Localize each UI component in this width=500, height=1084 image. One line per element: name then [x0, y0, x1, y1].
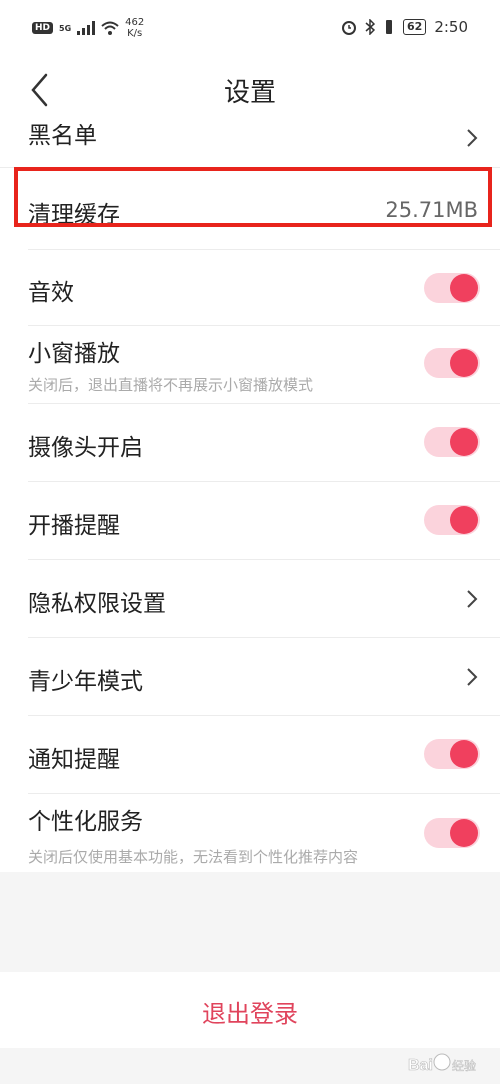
highlight-box	[14, 167, 492, 227]
hd-badge: HD	[32, 22, 54, 34]
nav-header: 设置	[0, 58, 500, 124]
camera-toggle[interactable]	[424, 427, 480, 457]
row-label: 小窗播放	[28, 341, 120, 367]
clock: 2:50	[434, 18, 468, 36]
row-sublabel: 关闭后，退出直播将不再展示小窗播放模式	[28, 376, 314, 394]
row-label: 通知提醒	[28, 747, 120, 773]
net-type: 5G	[59, 23, 72, 33]
vibrate-icon	[386, 20, 392, 34]
row-label: 隐私权限设置	[28, 591, 166, 617]
wifi-icon	[101, 21, 119, 35]
bluetooth-icon	[365, 19, 375, 35]
personalization-toggle[interactable]	[424, 818, 480, 848]
logout-label: 退出登录	[202, 1000, 298, 1028]
toggle-knob	[450, 349, 478, 377]
chevron-right-icon	[467, 590, 478, 608]
svg-text:Bai: Bai	[408, 1057, 433, 1074]
settings-row-live-reminder: 开播提醒	[0, 482, 500, 560]
status-left: HD 5G 462 K/s	[32, 17, 144, 39]
chevron-right-icon	[467, 668, 478, 686]
toggle-knob	[450, 506, 478, 534]
settings-row-personalization: 个性化服务 关闭后仅使用基本功能，无法看到个性化推荐内容	[0, 794, 500, 872]
net-speed: 462 K/s	[125, 17, 144, 39]
settings-row-sound-effect: 音效	[0, 250, 500, 326]
row-label: 摄像头开启	[28, 435, 143, 461]
status-right: 62 2:50	[341, 18, 468, 36]
logout-button[interactable]: 退出登录	[0, 972, 500, 1048]
notification-toggle[interactable]	[424, 739, 480, 769]
settings-row-teen-mode[interactable]: 青少年模式	[0, 638, 500, 716]
signal-icon	[77, 21, 96, 35]
row-label: 音效	[28, 280, 74, 306]
toggle-knob	[450, 740, 478, 768]
settings-row-notification: 通知提醒	[0, 716, 500, 794]
baidu-jingyan-watermark: Bai 经验	[408, 1053, 476, 1074]
page-title: 设置	[223, 78, 276, 108]
row-label: 开播提醒	[28, 513, 120, 539]
mini-window-toggle[interactable]	[424, 348, 480, 378]
net-speed-value: 462	[125, 17, 145, 28]
settings-row-camera: 摄像头开启	[0, 404, 500, 482]
row-label: 青少年模式	[28, 669, 143, 695]
row-label: 个性化服务	[28, 809, 143, 835]
status-bar: HD 5G 462 K/s 62 2:50	[0, 0, 500, 58]
row-label: 黑名单	[28, 124, 97, 149]
toggle-knob	[450, 819, 478, 847]
alarm-icon	[342, 21, 356, 35]
chevron-right-icon	[467, 129, 478, 147]
spacer-area	[0, 872, 500, 972]
settings-row-mini-window: 小窗播放 关闭后，退出直播将不再展示小窗播放模式	[0, 326, 500, 404]
svg-text:经验: 经验	[452, 1058, 476, 1073]
battery-level: 62	[403, 19, 427, 35]
net-speed-unit: K/s	[127, 28, 143, 39]
sound-effect-toggle[interactable]	[424, 273, 480, 303]
settings-row-privacy[interactable]: 隐私权限设置	[0, 560, 500, 638]
row-sublabel: 关闭后仅使用基本功能，无法看到个性化推荐内容	[28, 848, 359, 866]
toggle-knob	[450, 428, 478, 456]
live-reminder-toggle[interactable]	[424, 505, 480, 535]
toggle-knob	[450, 274, 478, 302]
settings-row-blacklist[interactable]: 黑名单	[0, 124, 500, 168]
